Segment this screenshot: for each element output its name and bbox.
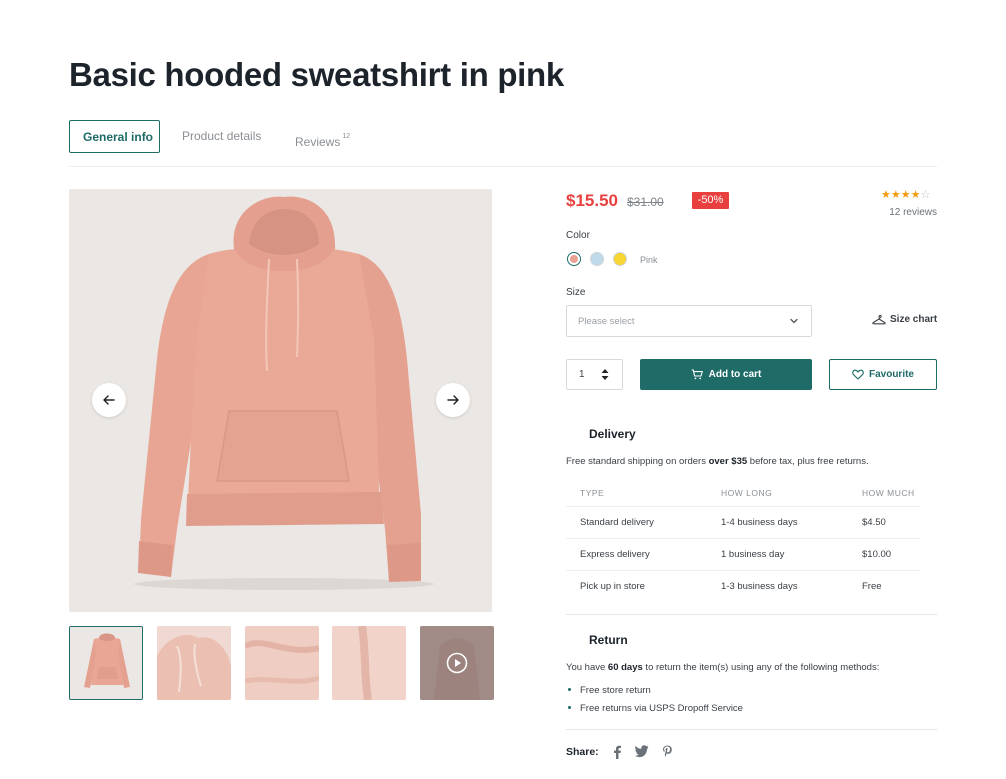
tab-label: Product details — [182, 129, 262, 143]
delivery-cell: 1-3 business days — [721, 581, 798, 592]
size-chart-link[interactable]: Size chart — [872, 314, 937, 325]
delivery-col-how-much: HOW MUCH — [862, 488, 915, 498]
return-method-item: Free returns via USPS Dropoff Service — [568, 703, 743, 714]
heart-icon — [852, 369, 864, 380]
tab-product-details[interactable]: Product details — [182, 120, 261, 153]
add-to-cart-button[interactable]: Add to cart — [640, 359, 812, 390]
thumbnail-video[interactable] — [420, 626, 494, 700]
twitter-icon[interactable] — [635, 745, 649, 758]
color-swatch-pink[interactable] — [567, 252, 581, 266]
delivery-cell: Express delivery — [580, 549, 650, 560]
delivery-cell: 1-4 business days — [721, 517, 798, 528]
delivery-cell: Free — [862, 581, 882, 592]
thumbnail-3[interactable] — [245, 626, 319, 700]
color-label: Color — [566, 230, 590, 241]
size-label: Size — [566, 287, 586, 298]
thumbnail-4[interactable] — [332, 626, 406, 700]
star-filled-icon: ★ — [900, 189, 911, 201]
star-filled-icon: ★ — [910, 189, 921, 201]
table-divider — [566, 538, 920, 539]
prev-image-button[interactable] — [92, 383, 126, 417]
size-chart-label: Size chart — [890, 314, 938, 325]
return-intro: You have 60 days to return the item(s) u… — [566, 662, 880, 673]
arrow-left-icon — [103, 395, 115, 405]
quantity-stepper[interactable]: 1 — [566, 359, 623, 390]
favourite-label: Favourite — [868, 369, 914, 380]
delivery-cell: $10.00 — [862, 549, 892, 560]
table-divider — [566, 570, 920, 571]
facebook-icon[interactable] — [612, 745, 622, 759]
rating-stars: ★★★★☆ — [881, 188, 930, 201]
delivery-cell: Standard delivery — [580, 517, 654, 528]
reviews-count-link[interactable]: 12 reviews — [869, 207, 937, 218]
quantity-value: 1 — [579, 369, 585, 380]
star-filled-icon: ★ — [881, 189, 891, 201]
next-image-button[interactable] — [436, 383, 470, 417]
pinterest-icon[interactable] — [662, 745, 673, 759]
page-title: Basic hooded sweatshirt in pink — [69, 56, 564, 93]
tab-reviews[interactable]: Reviews 12 — [295, 120, 350, 153]
return-heading: Return — [589, 633, 628, 647]
thumbnail-2[interactable] — [157, 626, 231, 700]
reviews-count-badge: 12 — [342, 133, 351, 140]
share-label: Share: — [566, 746, 599, 758]
current-price: $15.50 — [566, 191, 618, 210]
color-swatch-yellow[interactable] — [613, 252, 627, 266]
chevron-down-icon — [790, 318, 798, 324]
tab-label: Reviews — [295, 135, 341, 149]
play-icon — [446, 652, 468, 674]
product-main-image — [69, 189, 492, 612]
size-select[interactable]: Please select — [566, 305, 812, 337]
hanger-icon — [872, 314, 886, 325]
arrow-right-icon — [447, 395, 459, 405]
original-price: $31.00 — [627, 195, 664, 209]
tabs-divider — [69, 166, 937, 167]
delivery-cell: 1 business day — [721, 549, 785, 560]
hoodie-illustration — [69, 189, 492, 612]
tab-general-info[interactable]: General info — [69, 120, 160, 153]
thumbnail-image — [245, 626, 319, 700]
delivery-cell: $4.50 — [862, 517, 886, 528]
selected-color-name: Pink — [640, 255, 658, 265]
delivery-intro: Free standard shipping on orders over $3… — [566, 456, 869, 467]
thumbnail-image — [332, 626, 406, 700]
thumbnail-1[interactable] — [69, 626, 143, 700]
thumbnail-image — [70, 627, 142, 699]
discount-badge: -50% — [692, 192, 729, 209]
delivery-col-type: TYPE — [580, 488, 605, 498]
star-filled-icon: ★ — [890, 189, 901, 201]
tab-label: General info — [83, 130, 154, 144]
size-select-placeholder: Please select — [578, 316, 635, 327]
add-to-cart-label: Add to cart — [708, 369, 762, 380]
thumbnail-image — [157, 626, 231, 700]
delivery-cell: Pick up in store — [580, 581, 645, 592]
stepper-arrows-icon[interactable] — [601, 368, 609, 381]
delivery-heading: Delivery — [589, 427, 636, 441]
section-divider — [566, 614, 937, 615]
return-method-item: Free store return — [568, 685, 651, 696]
delivery-col-how-long: HOW LONG — [721, 488, 773, 498]
section-divider — [566, 729, 937, 730]
favourite-button[interactable]: Favourite — [829, 359, 937, 390]
cart-icon — [691, 369, 703, 380]
color-swatch-light-blue[interactable] — [590, 252, 604, 266]
star-empty-icon: ☆ — [920, 189, 931, 201]
table-divider — [566, 506, 920, 507]
